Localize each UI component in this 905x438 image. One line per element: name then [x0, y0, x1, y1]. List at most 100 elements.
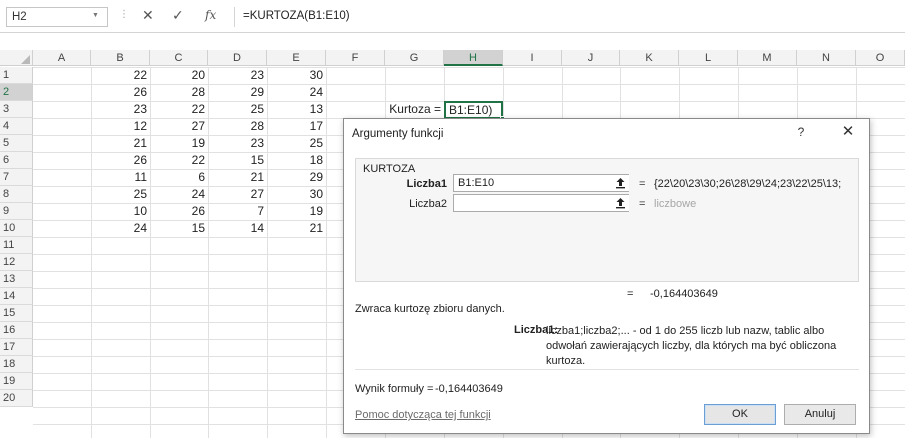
cell-h2-editing[interactable]: B1:E10)	[444, 101, 503, 119]
cell-b4[interactable]: 12	[91, 118, 150, 135]
column-header-l[interactable]: L	[679, 50, 738, 66]
row-header-17[interactable]: 17	[0, 339, 33, 356]
row-header-19[interactable]: 19	[0, 373, 33, 390]
cell-d10[interactable]: 14	[208, 220, 267, 237]
ok-button[interactable]: OK	[704, 404, 776, 425]
cell-b2[interactable]: 26	[91, 84, 150, 101]
collapse-dialog-icon[interactable]	[612, 175, 629, 191]
cell-e1[interactable]: 30	[267, 67, 326, 84]
column-header-k[interactable]: K	[620, 50, 679, 66]
cell-e3[interactable]: 13	[267, 101, 326, 118]
function-group: KURTOZA Liczba1 B1:E10 = {22\20\23\30;26…	[355, 158, 859, 282]
row-header-11[interactable]: 11	[0, 237, 33, 254]
cell-b8[interactable]: 25	[91, 186, 150, 203]
row-header-2[interactable]: 2	[0, 84, 33, 101]
cell-c5[interactable]: 19	[150, 135, 208, 152]
insert-function-icon[interactable]: fx	[205, 8, 216, 22]
cell-d4[interactable]: 28	[208, 118, 267, 135]
row-header-14[interactable]: 14	[0, 288, 33, 305]
column-header-c[interactable]: C	[150, 50, 208, 66]
more-icon: ⋮	[119, 9, 129, 20]
column-header-h[interactable]: H	[444, 50, 503, 66]
row-header-12[interactable]: 12	[0, 254, 33, 271]
cell-e8[interactable]: 30	[267, 186, 326, 203]
help-link[interactable]: Pomoc dotycząca tej funkcji	[355, 409, 491, 421]
cell-e9[interactable]: 19	[267, 203, 326, 220]
row-header-20[interactable]: 20	[0, 390, 33, 407]
column-header-e[interactable]: E	[267, 50, 326, 66]
row-header-1[interactable]: 1	[0, 67, 33, 84]
cell-d7[interactable]: 21	[208, 169, 267, 186]
dialog-title: Argumenty funkcji	[352, 128, 444, 140]
cell-c3[interactable]: 22	[150, 101, 208, 118]
column-header-m[interactable]: M	[738, 50, 797, 66]
column-header-g[interactable]: G	[385, 50, 444, 66]
column-header-b[interactable]: B	[91, 50, 150, 66]
collapse-dialog-icon[interactable]	[612, 195, 629, 211]
cell-b5[interactable]: 21	[91, 135, 150, 152]
cell-c1[interactable]: 20	[150, 67, 208, 84]
cell-b10[interactable]: 24	[91, 220, 150, 237]
row-header-15[interactable]: 15	[0, 305, 33, 322]
cell-d9[interactable]: 7	[208, 203, 267, 220]
cell-d5[interactable]: 23	[208, 135, 267, 152]
cell-c9[interactable]: 26	[150, 203, 208, 220]
cell-g2[interactable]: Kurtoza =	[385, 101, 444, 118]
cell-b7[interactable]: 11	[91, 169, 150, 186]
enter-icon[interactable]: ✓	[172, 7, 184, 24]
column-header-d[interactable]: D	[208, 50, 267, 66]
cancel-icon[interactable]: ✕	[142, 7, 154, 24]
cell-e7[interactable]: 29	[267, 169, 326, 186]
row-header-9[interactable]: 9	[0, 203, 33, 220]
cell-d8[interactable]: 27	[208, 186, 267, 203]
chevron-down-icon[interactable]: ▼	[92, 12, 99, 19]
column-header-a[interactable]: A	[33, 50, 91, 66]
row-header-3[interactable]: 3	[0, 101, 33, 118]
cell-c10[interactable]: 15	[150, 220, 208, 237]
cell-b1[interactable]: 22	[91, 67, 150, 84]
cell-b6[interactable]: 26	[91, 152, 150, 169]
formula-result-label: Wynik formuły =	[355, 383, 434, 395]
column-header-n[interactable]: N	[797, 50, 856, 66]
cell-e4[interactable]: 17	[267, 118, 326, 135]
cancel-button[interactable]: Anuluj	[784, 404, 856, 425]
cell-d6[interactable]: 15	[208, 152, 267, 169]
cell-d2[interactable]: 29	[208, 84, 267, 101]
cell-b9[interactable]: 10	[91, 203, 150, 220]
liczba2-input[interactable]	[453, 194, 629, 212]
column-header-o[interactable]: O	[856, 50, 905, 66]
cell-c7[interactable]: 6	[150, 169, 208, 186]
liczba1-input[interactable]: B1:E10	[453, 174, 629, 192]
row-header-8[interactable]: 8	[0, 186, 33, 203]
function-description: Zwraca kurtozę zbioru danych.	[355, 303, 505, 315]
cell-e6[interactable]: 18	[267, 152, 326, 169]
column-header-i[interactable]: I	[503, 50, 562, 66]
cell-e10[interactable]: 21	[267, 220, 326, 237]
column-header-j[interactable]: J	[562, 50, 620, 66]
cell-b3[interactable]: 23	[91, 101, 150, 118]
cell-d3[interactable]: 25	[208, 101, 267, 118]
row-header-18[interactable]: 18	[0, 356, 33, 373]
column-header-f[interactable]: F	[326, 50, 385, 66]
row-header-7[interactable]: 7	[0, 169, 33, 186]
row-header-4[interactable]: 4	[0, 118, 33, 135]
row-header-10[interactable]: 10	[0, 220, 33, 237]
row-header-6[interactable]: 6	[0, 152, 33, 169]
arg-label-liczba1: Liczba1	[406, 178, 447, 190]
cell-c2[interactable]: 28	[150, 84, 208, 101]
row-header-5[interactable]: 5	[0, 135, 33, 152]
cell-c8[interactable]: 24	[150, 186, 208, 203]
help-icon[interactable]: ?	[793, 125, 809, 139]
select-all-button[interactable]	[0, 50, 33, 66]
cell-c6[interactable]: 22	[150, 152, 208, 169]
close-icon[interactable]: ✕	[839, 122, 857, 140]
divider	[355, 369, 859, 370]
cell-e2[interactable]: 24	[267, 84, 326, 101]
formula-input[interactable]: =KURTOZA(B1:E10)	[234, 7, 898, 27]
cell-e5[interactable]: 25	[267, 135, 326, 152]
cell-c4[interactable]: 27	[150, 118, 208, 135]
cell-d1[interactable]: 23	[208, 67, 267, 84]
formula-bar: H2 ▼ ⋮ ✕ ✓ fx =KURTOZA(B1:E10)	[0, 0, 905, 33]
row-header-13[interactable]: 13	[0, 271, 33, 288]
row-header-16[interactable]: 16	[0, 322, 33, 339]
